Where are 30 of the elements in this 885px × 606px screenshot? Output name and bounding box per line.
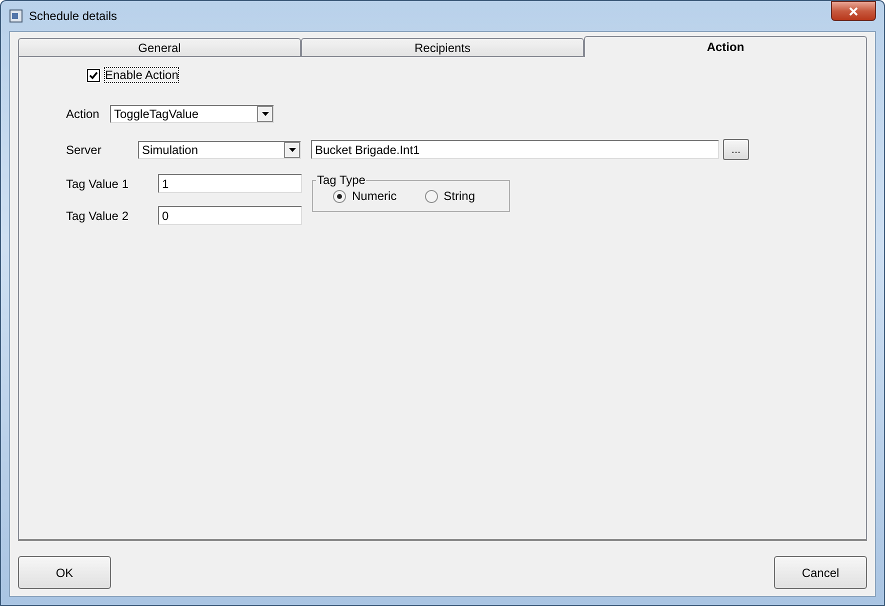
- action-label: Action: [66, 107, 100, 121]
- caret-icon: [262, 112, 268, 116]
- radio-dot-icon: [337, 194, 342, 198]
- server-label: Server: [66, 142, 102, 156]
- dialog-button[interactable]: Cancel: [774, 556, 867, 589]
- checkbox-label: Enable Action: [104, 67, 180, 83]
- app-icon: [9, 9, 23, 23]
- tag-field[interactable]: Bucket Brigade.Int1: [311, 140, 719, 159]
- server-dropdown[interactable]: Simulation: [138, 140, 301, 158]
- radio-option[interactable]: Numeric: [333, 189, 397, 203]
- tab[interactable]: Recipients: [301, 38, 584, 57]
- caret-icon: [288, 148, 296, 152]
- action-dropdown[interactable]: ToggleTagValue: [110, 105, 274, 123]
- dialog-button[interactable]: OK: [18, 556, 111, 589]
- radio-button[interactable]: [333, 190, 346, 202]
- group-title: Tag Type: [316, 174, 366, 186]
- tab[interactable]: Action: [584, 36, 867, 57]
- check-icon: [89, 70, 98, 80]
- tag-value-field[interactable]: 0: [158, 206, 302, 225]
- browse-button[interactable]: ...: [723, 139, 749, 160]
- close-icon: [849, 6, 858, 16]
- tag-value-label: Tag Value 1: [66, 176, 130, 190]
- radio-button[interactable]: [424, 190, 438, 202]
- tag-value-label: Tag Value 2: [66, 208, 130, 222]
- close-button[interactable]: [831, 1, 876, 21]
- tab[interactable]: General: [18, 38, 301, 57]
- enable-action-checkbox[interactable]: [87, 68, 100, 82]
- radio-option[interactable]: String: [424, 189, 476, 203]
- window-title: Schedule details: [29, 9, 118, 23]
- tag-value-field[interactable]: 1: [158, 174, 302, 193]
